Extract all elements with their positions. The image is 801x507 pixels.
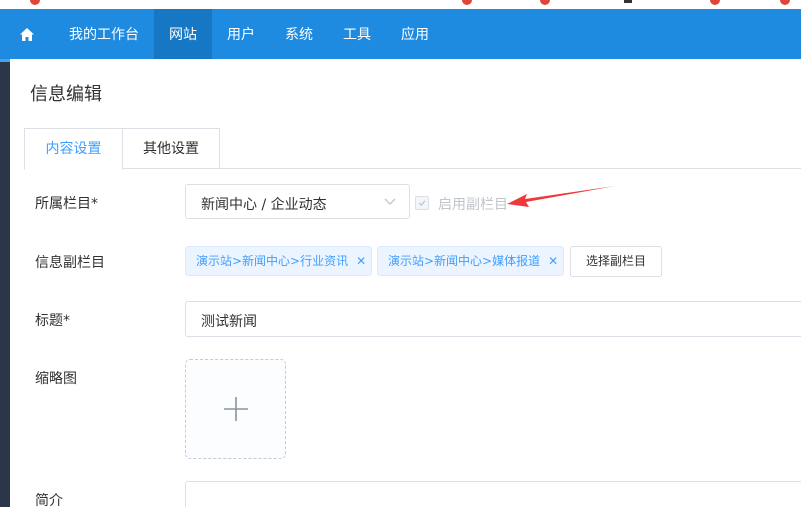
page-title: 信息编辑 (30, 84, 102, 105)
tab-favicon-icon (780, 0, 790, 5)
sub-category-tag: 演示站>新闻中心>行业资讯 ✕ (185, 246, 372, 276)
title-input[interactable]: 测试新闻 (185, 301, 801, 337)
check-icon (418, 200, 426, 207)
thumbnail-label: 缩略图 (35, 371, 77, 387)
nav-item-tools[interactable]: 工具 (328, 9, 386, 59)
select-sub-category-button[interactable]: 选择副栏目 (570, 246, 662, 277)
close-icon[interactable]: ✕ (356, 254, 366, 268)
nav-item-workbench[interactable]: 我的工作台 (54, 9, 154, 59)
sub-category-tag-text: 演示站>新闻中心>行业资讯 (196, 254, 349, 268)
top-navbar: 我的工作台 网站 用户 系统 工具 应用 (0, 9, 801, 59)
tab-bar: 内容设置 其他设置 (24, 128, 801, 170)
tab-favicon-icon (710, 0, 720, 5)
enable-sub-category-label: 启用副栏目 (438, 197, 508, 213)
plus-icon (224, 397, 248, 421)
nav-item-users[interactable]: 用户 (212, 9, 270, 59)
tab-favicon-icon (462, 0, 472, 5)
summary-textarea[interactable] (185, 481, 801, 507)
home-button[interactable] (0, 9, 54, 59)
chevron-down-icon (384, 198, 396, 205)
summary-label: 简介 (35, 493, 63, 507)
title-label: 标题* (35, 313, 70, 329)
annotation-arrow-icon (507, 186, 615, 207)
browser-top-strip (0, 0, 801, 9)
tab-favicon-icon (540, 0, 550, 5)
sub-category-label: 信息副栏目 (35, 255, 105, 271)
nav-item-website[interactable]: 网站 (154, 9, 212, 59)
main-content: 信息编辑 内容设置 其他设置 所属栏目* 新闻中心 / 企业动态 启用副栏目 信… (10, 59, 801, 507)
title-input-value: 测试新闻 (201, 314, 257, 330)
sidebar-accent (0, 59, 10, 62)
close-icon[interactable]: ✕ (548, 254, 558, 268)
sidebar-edge (0, 59, 10, 507)
nav-item-system[interactable]: 系统 (270, 9, 328, 59)
enable-sub-category-checkbox[interactable] (415, 196, 429, 210)
tab-favicon-icon (30, 0, 40, 5)
tab-favicon-icon (624, 0, 632, 3)
tab-content-settings[interactable]: 内容设置 (24, 128, 123, 170)
category-label: 所属栏目* (35, 196, 98, 212)
nav-item-apps[interactable]: 应用 (386, 9, 444, 59)
home-icon (20, 27, 34, 41)
category-select-value: 新闻中心 / 企业动态 (201, 197, 327, 213)
sub-category-tag: 演示站>新闻中心>媒体报道 ✕ (377, 246, 564, 276)
category-select[interactable]: 新闻中心 / 企业动态 (185, 184, 410, 219)
sub-category-tag-text: 演示站>新闻中心>媒体报道 (388, 254, 541, 268)
tab-other-settings[interactable]: 其他设置 (122, 128, 220, 169)
thumbnail-upload[interactable] (185, 359, 286, 459)
